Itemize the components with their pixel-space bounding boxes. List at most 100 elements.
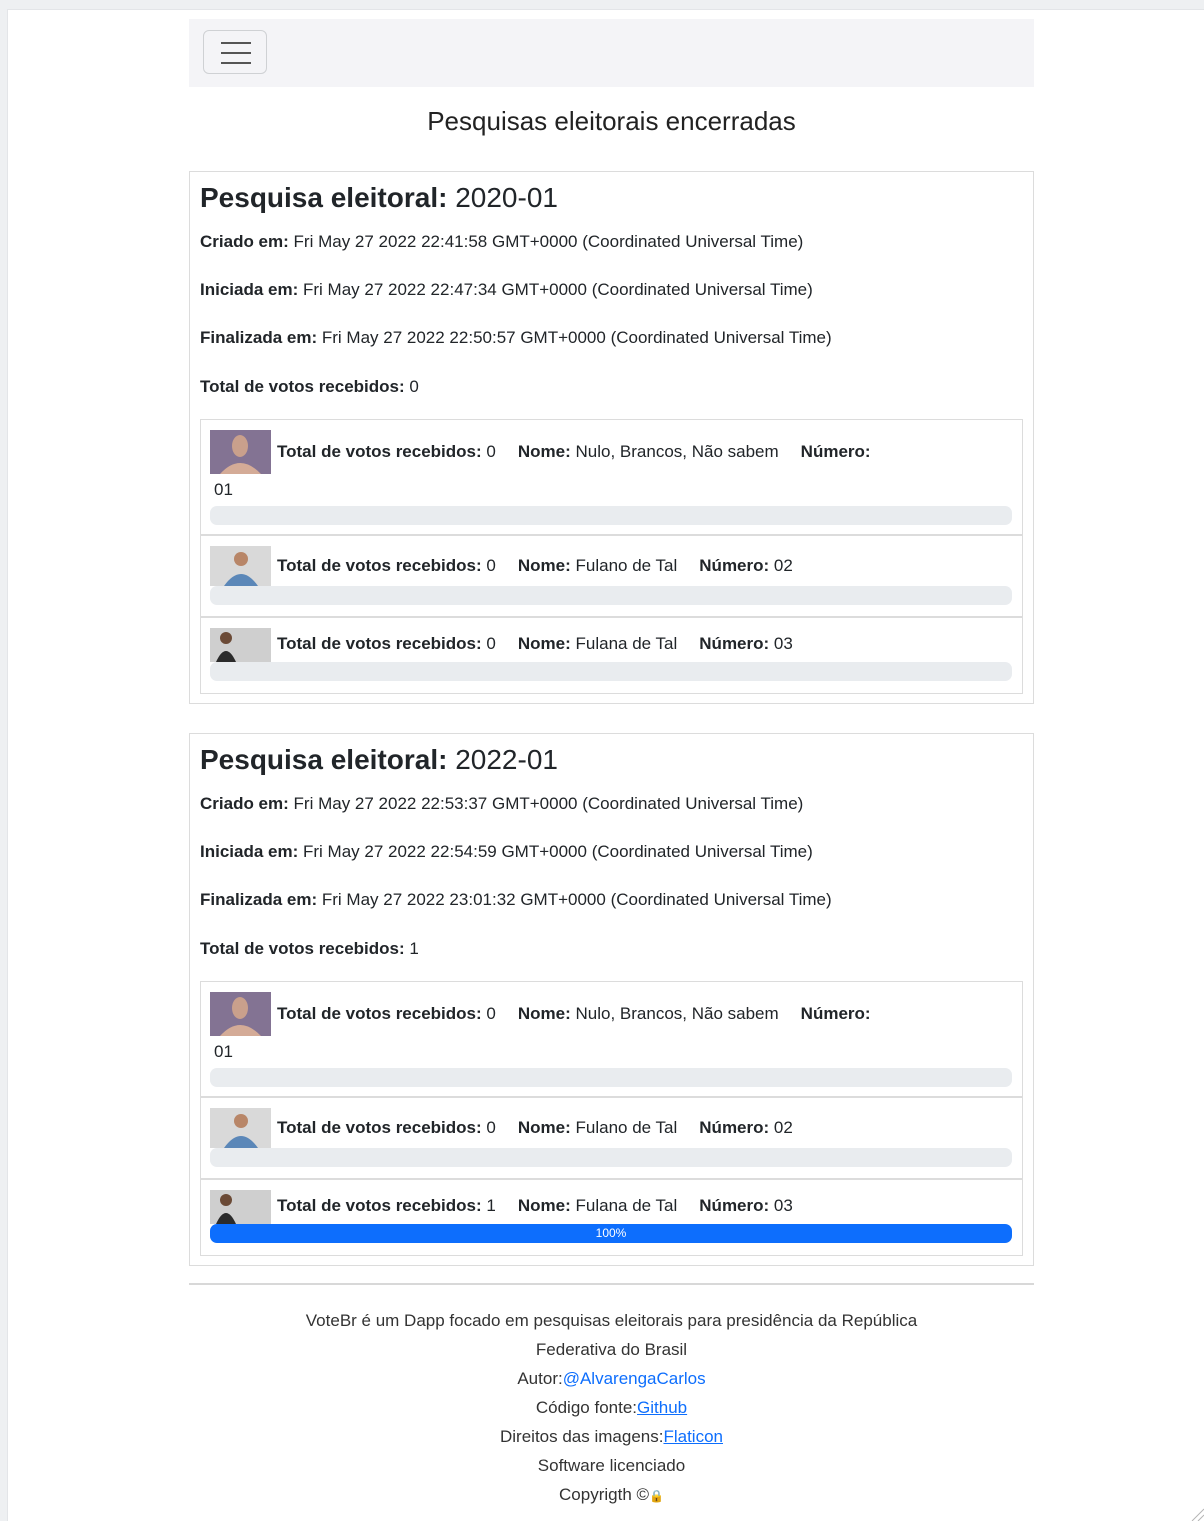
footer-license: Software licenciado — [537, 1456, 686, 1475]
candidate-name-label: Nome: — [517, 634, 571, 653]
finished-value: Fri May 27 2022 22:50:57 GMT+0000 (Coord… — [321, 328, 832, 347]
candidate-number-label: Número: — [699, 1118, 770, 1137]
candidate-name: Fulano de Tal — [575, 1118, 678, 1137]
candidate-votes: 0 — [486, 1118, 496, 1137]
candidate-row: Total de votos recebidos: 1 Nome: Fulana … — [201, 1180, 1022, 1257]
finished-value: Fri May 27 2022 23:01:32 GMT+0000 (Coord… — [321, 890, 832, 909]
survey-card: Pesquisa eleitoral: 2022-01 Criado em: F… — [189, 733, 1034, 1266]
candidate-number: 03 — [773, 634, 793, 653]
candidate-info: Total de votos recebidos: 0 Nome: Nulo, B… — [277, 442, 871, 462]
footer-divider — [189, 1283, 1034, 1285]
created-label: Criado em: — [200, 232, 289, 251]
started-at: Iniciada em: Fri May 27 2022 22:47:34 GM… — [200, 280, 813, 300]
candidate-info: Total de votos recebidos: 0 Nome: Fulano … — [277, 556, 793, 576]
hamburger-icon — [221, 42, 251, 64]
candidate-votes: 0 — [486, 1004, 496, 1023]
candidate-name-label: Nome: — [517, 1004, 571, 1023]
footer-source: Código fonte:Github — [189, 1393, 1034, 1422]
survey-total-votes: Total de votos recebidos: 0 — [200, 377, 419, 397]
candidate-votes-label: Total de votos recebidos: — [277, 1118, 482, 1137]
candidate-votes: 0 — [486, 556, 496, 575]
candidate-info: Total de votos recebidos: 0 Nome: Fulana … — [277, 634, 793, 654]
candidate-row: Total de votos recebidos: 0 Nome: Fulana … — [201, 618, 1022, 695]
candidate-number-label: Número: — [699, 556, 770, 575]
candidate-info: Total de votos recebidos: 0 Nome: Fulano … — [277, 1118, 793, 1138]
footer-description: VoteBr é um Dapp focado em pesquisas ele… — [305, 1311, 918, 1330]
started-value: Fri May 27 2022 22:47:34 GMT+0000 (Coord… — [303, 280, 813, 299]
candidate-votes: 0 — [486, 634, 496, 653]
created-at: Criado em: Fri May 27 2022 22:53:37 GMT+… — [200, 794, 803, 814]
candidate-votes-label: Total de votos recebidos: — [277, 1196, 482, 1215]
vote-progress-bar — [210, 1068, 1012, 1087]
candidate-list: Total de votos recebidos: 0 Nome: Nulo, B… — [200, 419, 1023, 694]
started-label: Iniciada em: — [200, 280, 299, 299]
page-title: Pesquisas eleitorais encerradas — [427, 106, 796, 136]
author-label: Autor: — [517, 1369, 563, 1388]
images-label: Direitos das imagens: — [500, 1427, 664, 1446]
candidate-photo — [210, 628, 271, 662]
candidate-name-label: Nome: — [517, 1196, 571, 1215]
lock-icon: 🔒 — [649, 1489, 664, 1503]
vote-progress-bar — [210, 506, 1012, 525]
menu-toggle-button[interactable] — [203, 30, 267, 74]
finished-at: Finalizada em: Fri May 27 2022 23:01:32 … — [200, 890, 832, 910]
candidate-row: Total de votos recebidos: 0 Nome: Fulano … — [201, 536, 1022, 618]
footer-description-2: Federativa do Brasil — [535, 1340, 688, 1359]
created-value: Fri May 27 2022 22:53:37 GMT+0000 (Coord… — [293, 794, 804, 813]
survey-id: 2020-01 — [455, 182, 558, 213]
candidate-name: Nulo, Brancos, Não sabem — [575, 442, 779, 461]
total-votes-value: 1 — [409, 939, 419, 958]
candidate-number: 03 — [773, 1196, 793, 1215]
candidate-photo — [210, 992, 271, 1036]
total-votes-label: Total de votos recebidos: — [200, 939, 405, 958]
candidate-number-label: Número: — [800, 1004, 871, 1023]
candidate-number-label: Número: — [800, 442, 871, 461]
navbar — [189, 19, 1034, 87]
candidate-info: Total de votos recebidos: 1 Nome: Fulana … — [277, 1196, 793, 1216]
footer-author: Autor:@AlvarengaCarlos — [189, 1364, 1034, 1393]
vote-progress-bar — [210, 1148, 1012, 1167]
survey-label: Pesquisa eleitoral: — [200, 182, 448, 213]
survey-title: Pesquisa eleitoral: 2020-01 — [200, 182, 558, 214]
author-link[interactable]: @AlvarengaCarlos — [563, 1369, 706, 1388]
created-label: Criado em: — [200, 794, 289, 813]
candidate-info: Total de votos recebidos: 0 Nome: Nulo, B… — [277, 1004, 871, 1024]
finished-label: Finalizada em: — [200, 890, 318, 909]
created-at: Criado em: Fri May 27 2022 22:41:58 GMT+… — [200, 232, 803, 252]
vote-progress-fill: 100% — [210, 1224, 1012, 1243]
survey-title: Pesquisa eleitoral: 2022-01 — [200, 744, 558, 776]
candidate-number-label: Número: — [699, 1196, 770, 1215]
candidate-photo — [210, 430, 271, 474]
candidate-photo — [210, 1108, 271, 1148]
total-votes-value: 0 — [409, 377, 419, 396]
candidate-votes-label: Total de votos recebidos: — [277, 634, 482, 653]
browser-viewport: Pesquisas eleitorais encerradas Pesquisa… — [8, 10, 1204, 1521]
candidate-votes-label: Total de votos recebidos: — [277, 442, 482, 461]
resize-handle-icon[interactable] — [1188, 1505, 1204, 1521]
survey-label: Pesquisa eleitoral: — [200, 744, 448, 775]
candidate-row: Total de votos recebidos: 0 Nome: Nulo, B… — [201, 982, 1022, 1098]
candidate-votes-label: Total de votos recebidos: — [277, 1004, 482, 1023]
started-at: Iniciada em: Fri May 27 2022 22:54:59 GM… — [200, 842, 813, 862]
candidate-votes: 0 — [486, 442, 496, 461]
candidate-name-label: Nome: — [517, 442, 571, 461]
candidate-list: Total de votos recebidos: 0 Nome: Nulo, B… — [200, 981, 1023, 1256]
candidate-row: Total de votos recebidos: 0 Nome: Fulano … — [201, 1098, 1022, 1180]
started-value: Fri May 27 2022 22:54:59 GMT+0000 (Coord… — [303, 842, 813, 861]
started-label: Iniciada em: — [200, 842, 299, 861]
footer: VoteBr é um Dapp focado em pesquisas ele… — [189, 1306, 1034, 1511]
finished-label: Finalizada em: — [200, 328, 318, 347]
candidate-name: Fulana de Tal — [575, 634, 678, 653]
survey-total-votes: Total de votos recebidos: 1 — [200, 939, 419, 959]
candidate-photo — [210, 546, 271, 586]
footer-copyright: Copyrigth ©🔒 — [189, 1480, 1034, 1511]
candidate-row: Total de votos recebidos: 0 Nome: Nulo, B… — [201, 420, 1022, 536]
candidate-number: 01 — [214, 480, 233, 499]
candidate-number: 02 — [773, 1118, 793, 1137]
candidate-name-label: Nome: — [517, 556, 571, 575]
github-link[interactable]: Github — [637, 1398, 687, 1417]
created-value: Fri May 27 2022 22:41:58 GMT+0000 (Coord… — [293, 232, 804, 251]
flaticon-link[interactable]: Flaticon — [663, 1427, 723, 1446]
vote-progress-bar — [210, 662, 1012, 681]
copyright-text: Copyrigth © — [559, 1485, 650, 1504]
